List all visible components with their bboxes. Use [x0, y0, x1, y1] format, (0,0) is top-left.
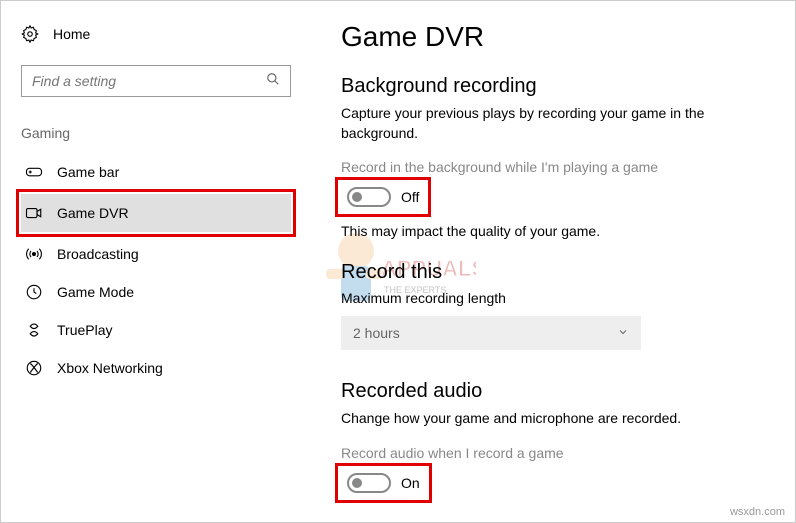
game-dvr-icon — [25, 204, 43, 222]
record-length-select[interactable]: 2 hours — [341, 316, 641, 350]
home-label: Home — [53, 26, 90, 42]
recorded-audio-desc: Change how your game and microphone are … — [341, 409, 765, 429]
search-input-container[interactable] — [21, 65, 291, 97]
recorded-audio-toggle-label: Record audio when I record a game — [341, 445, 765, 461]
chevron-down-icon — [617, 325, 629, 341]
recorded-audio-toggle-value: On — [401, 475, 420, 491]
xbox-icon — [25, 359, 43, 377]
sidebar-item-game-mode[interactable]: Game Mode — [21, 273, 291, 311]
bg-recording-toggle-value: Off — [401, 189, 419, 205]
sidebar-item-label: Game bar — [57, 164, 119, 180]
sidebar-item-trueplay[interactable]: TruePlay — [21, 311, 291, 349]
sidebar-item-game-bar[interactable]: Game bar — [21, 153, 291, 191]
broadcasting-icon — [25, 245, 43, 263]
record-this-label: Maximum recording length — [341, 290, 765, 306]
sidebar-item-label: Game DVR — [57, 205, 129, 221]
page-title: Game DVR — [341, 21, 765, 53]
sidebar-item-xbox-networking[interactable]: Xbox Networking — [21, 349, 291, 387]
game-bar-icon — [25, 163, 43, 181]
search-icon — [266, 72, 280, 91]
main-content: Game DVR Background recording Capture yo… — [311, 1, 795, 522]
sidebar-item-label: Game Mode — [57, 284, 134, 300]
record-length-value: 2 hours — [353, 325, 400, 341]
watermark-text: wsxdn.com — [730, 506, 785, 518]
home-button[interactable]: Home — [21, 21, 291, 47]
category-heading: Gaming — [21, 125, 291, 141]
recorded-audio-heading: Recorded audio — [341, 380, 765, 403]
sidebar-item-label: Broadcasting — [57, 246, 139, 262]
game-mode-icon — [25, 283, 43, 301]
recorded-audio-toggle[interactable] — [347, 473, 391, 493]
record-this-heading: Record this — [341, 261, 765, 284]
bg-recording-toggle-label: Record in the background while I'm playi… — [341, 159, 765, 175]
bg-recording-desc: Capture your previous plays by recording… — [341, 104, 765, 143]
search-input[interactable] — [32, 73, 266, 89]
sidebar-item-label: TruePlay — [57, 322, 113, 338]
gear-icon — [21, 25, 39, 43]
trueplay-icon — [25, 321, 43, 339]
sidebar-item-game-dvr[interactable]: Game DVR — [21, 194, 291, 232]
bg-recording-heading: Background recording — [341, 75, 765, 98]
sidebar: Home Gaming Game bar — [1, 1, 311, 522]
bg-recording-toggle[interactable] — [347, 187, 391, 207]
bg-recording-note: This may impact the quality of your game… — [341, 223, 765, 239]
sidebar-item-broadcasting[interactable]: Broadcasting — [21, 235, 291, 273]
sidebar-item-label: Xbox Networking — [57, 360, 163, 376]
